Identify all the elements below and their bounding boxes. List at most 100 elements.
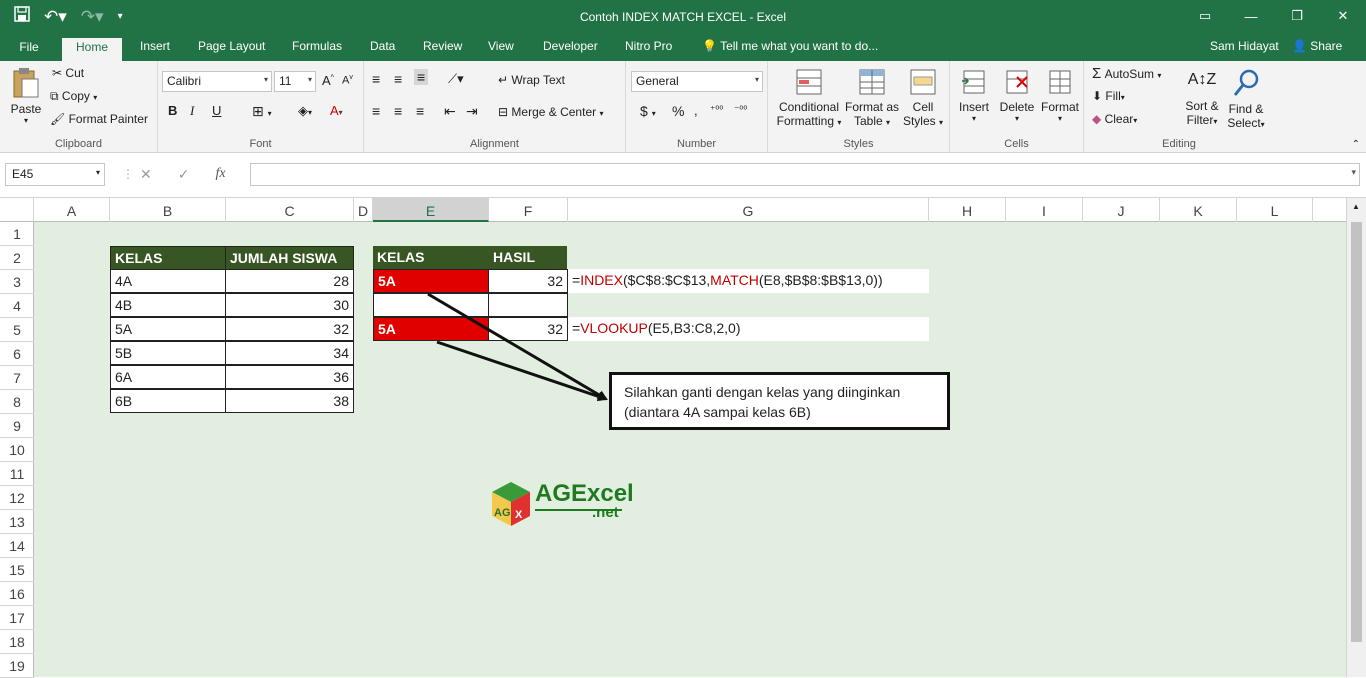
vertical-scrollbar[interactable]: ▲	[1346, 198, 1366, 677]
restore-icon[interactable]: ❐	[1274, 0, 1320, 32]
sigma-icon: Σ	[1092, 65, 1102, 82]
font-size-select[interactable]: 11 ▾	[274, 71, 316, 92]
formula-input[interactable]	[250, 163, 1360, 186]
number-format-select[interactable]: General ▾	[631, 71, 763, 92]
svg-text:X: X	[515, 509, 523, 521]
orientation-icon[interactable]: ⟋▾	[448, 71, 464, 87]
increase-decimal-icon[interactable]: ⁺⁰⁰	[710, 105, 723, 116]
delete-cells-button[interactable]: Delete ▾	[998, 67, 1036, 123]
format-painter-button[interactable]: 🖌 Format Painter	[50, 112, 148, 126]
fill-color-icon[interactable]: ◈▾	[298, 103, 312, 119]
align-right-icon[interactable]: ≡	[416, 103, 424, 119]
user-name[interactable]: Sam Hidayat	[1210, 39, 1279, 53]
scroll-thumb[interactable]	[1351, 222, 1362, 642]
window-controls: ▭ — ❐ ✕	[1182, 0, 1366, 32]
cancel-icon[interactable]: ✕	[140, 166, 152, 183]
formula-bar-grip-icon: ⋮	[122, 167, 134, 181]
conditional-formatting-icon	[796, 69, 822, 95]
minimize-icon[interactable]: —	[1228, 0, 1274, 32]
clear-button[interactable]: ◆ Clear▾	[1092, 112, 1137, 126]
arrows-layer	[427, 292, 608, 402]
worksheet[interactable]: A B C D E F G H I J K L 1 2 3 4 5 6 7 8 …	[0, 198, 1366, 678]
sort-icon: A↕Z	[1187, 71, 1217, 88]
tell-me-box[interactable]: 💡 Tell me what you want to do...	[700, 39, 880, 53]
sort-filter-button[interactable]: A↕Z Sort & Filter▾	[1182, 67, 1222, 127]
styles-group: Conditional Formatting ▾ Format as Table…	[768, 61, 950, 153]
editing-group: Σ AutoSum ▾ ⬇ Fill▾ ◆ Clear▾ A↕Z Sort & …	[1084, 61, 1274, 153]
insert-function-icon[interactable]: fx	[215, 166, 225, 183]
italic-button[interactable]: I	[190, 103, 194, 119]
table-icon	[859, 69, 885, 95]
tab-page-layout[interactable]: Page Layout	[196, 39, 267, 53]
format-as-table-button[interactable]: Format as Table ▾	[844, 67, 900, 128]
shrink-font-button[interactable]: Av	[342, 74, 353, 87]
align-bottom-icon[interactable]: ≡	[414, 69, 429, 85]
enter-icon[interactable]: ✓	[178, 166, 190, 183]
format-cells-button[interactable]: Format ▾	[1040, 67, 1080, 123]
font-color-icon[interactable]: A▾	[330, 103, 343, 118]
font-label: Font	[249, 138, 272, 150]
tab-view[interactable]: View	[486, 39, 516, 53]
insert-cells-button[interactable]: Insert ▾	[956, 67, 992, 123]
expand-formula-icon[interactable]: ▾	[1351, 167, 1356, 178]
alignment-label: Alignment	[470, 138, 519, 150]
tab-data[interactable]: Data	[368, 39, 397, 53]
align-left-icon[interactable]: ≡	[372, 103, 380, 119]
scroll-up-icon[interactable]: ▲	[1352, 202, 1360, 211]
align-middle-icon[interactable]: ≡	[394, 71, 402, 87]
close-icon[interactable]: ✕	[1320, 0, 1366, 32]
tab-insert[interactable]: Insert	[138, 39, 172, 53]
align-top-icon[interactable]: ≡	[372, 71, 380, 87]
lightbulb-icon: 💡	[702, 39, 717, 53]
collapse-ribbon-icon[interactable]: ⌃	[1352, 139, 1360, 150]
agexcel-logo: AG X AGExcel .net	[488, 480, 634, 530]
alignment-group: ≡ ≡ ≡ ⟋▾ ↵ Wrap Text ≡ ≡ ≡ ⇤ ⇥ ⊟ Merge &…	[364, 61, 626, 153]
tab-developer[interactable]: Developer	[541, 39, 600, 53]
copy-icon: ⧉	[50, 89, 59, 103]
percent-button[interactable]: %	[672, 103, 684, 119]
tab-formulas[interactable]: Formulas	[290, 39, 344, 53]
increase-indent-icon[interactable]: ⇥	[466, 103, 478, 120]
insert-cells-icon	[962, 70, 985, 94]
cut-button[interactable]: ✂ Cut	[52, 66, 84, 80]
decrease-indent-icon[interactable]: ⇤	[444, 103, 456, 120]
comma-style-icon[interactable]: ,	[694, 103, 698, 118]
cell-styles-icon	[910, 69, 936, 95]
conditional-formatting-button[interactable]: Conditional Formatting ▾	[774, 67, 844, 128]
tab-review[interactable]: Review	[421, 39, 464, 53]
merge-icon: ⊟	[498, 105, 509, 119]
copy-button[interactable]: ⧉ Copy ▾	[50, 89, 97, 104]
clipboard-icon	[13, 68, 39, 98]
find-select-button[interactable]: Find & Select▾	[1224, 67, 1268, 130]
wrap-text-button[interactable]: ↵ Wrap Text	[498, 73, 565, 87]
grow-font-button[interactable]: A^	[322, 73, 334, 88]
align-center-icon[interactable]: ≡	[394, 103, 402, 119]
bold-button[interactable]: B	[168, 103, 177, 118]
ribbon-display-icon[interactable]: ▭	[1182, 0, 1228, 32]
tab-nitro-pro[interactable]: Nitro Pro	[623, 39, 674, 53]
fill-down-icon: ⬇	[1092, 89, 1103, 103]
number-group: General ▾ $ ▾ % , ⁺⁰⁰ ⁻⁰⁰ Number	[626, 61, 768, 153]
callout-textbox[interactable]: Silahkan ganti dengan kelas yang diingin…	[609, 372, 950, 430]
merge-center-button[interactable]: ⊟ Merge & Center ▾	[498, 105, 603, 119]
name-box[interactable]: E45 ▾	[5, 163, 105, 186]
scissors-icon: ✂	[52, 66, 63, 80]
borders-icon[interactable]: ⊞ ▾	[252, 103, 272, 120]
ribbon: Paste ▾ ✂ Cut ⧉ Copy ▾ 🖌 Format Painter …	[0, 61, 1366, 153]
font-name-select[interactable]: Calibri ▾	[162, 71, 272, 92]
font-group: Calibri ▾ 11 ▾ A^ Av B I U ⊞ ▾ ◈▾ A▾ Font	[158, 61, 364, 153]
decrease-decimal-icon[interactable]: ⁻⁰⁰	[734, 105, 747, 116]
person-icon: 👤	[1292, 39, 1307, 53]
fill-button[interactable]: ⬇ Fill▾	[1092, 89, 1125, 103]
tab-file[interactable]: File	[0, 36, 58, 61]
share-button[interactable]: 👤 Share	[1292, 39, 1342, 53]
autosum-button[interactable]: Σ AutoSum ▾	[1092, 65, 1161, 82]
currency-button[interactable]: $ ▾	[640, 103, 656, 119]
styles-label: Styles	[843, 138, 874, 150]
wrap-icon: ↵	[498, 73, 509, 87]
paste-button[interactable]: Paste ▾	[8, 67, 44, 125]
tab-home[interactable]: Home	[62, 38, 122, 61]
cell-styles-button[interactable]: Cell Styles ▾	[902, 67, 944, 128]
underline-button[interactable]: U	[212, 103, 221, 118]
cells-group: Insert ▾ Delete ▾ Format ▾ Cells	[950, 61, 1084, 153]
